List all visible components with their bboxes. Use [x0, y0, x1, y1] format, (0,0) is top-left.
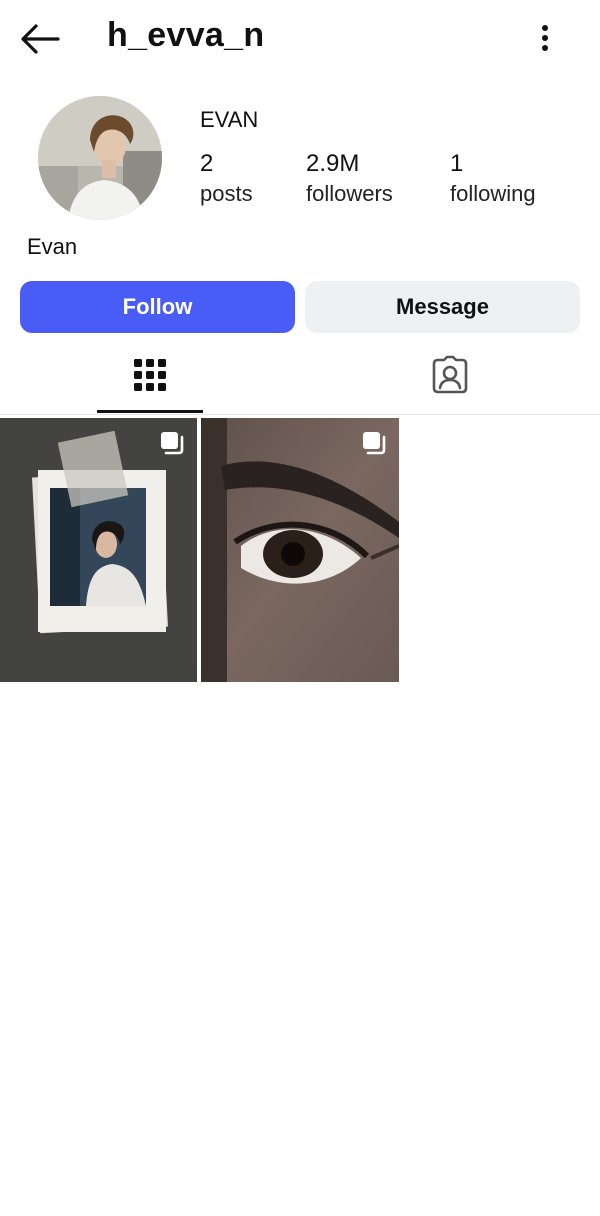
display-name: EVAN [200, 107, 259, 132]
back-arrow-icon[interactable] [18, 22, 62, 56]
top-bar: h_evva_n [0, 0, 600, 80]
tagged-person-icon [430, 355, 470, 400]
multiple-images-icon [361, 430, 387, 456]
follow-button[interactable]: Follow [20, 281, 295, 333]
stat-followers-value: 2.9M [306, 150, 360, 177]
stat-posts[interactable]: 2 posts [200, 150, 253, 210]
stat-posts-label: posts [200, 181, 253, 206]
stat-following-value: 1 [450, 150, 464, 177]
grid-icon [133, 358, 167, 397]
post-thumbnail[interactable] [0, 418, 197, 682]
active-tab-indicator [97, 410, 203, 413]
avatar[interactable] [38, 96, 162, 220]
bio-name: Evan [27, 234, 78, 259]
tab-tagged[interactable] [300, 340, 600, 414]
stat-posts-value: 2 [200, 150, 214, 177]
stat-followers-label: followers [306, 181, 393, 206]
message-button[interactable]: Message [305, 281, 580, 333]
multiple-images-icon [159, 430, 185, 456]
stat-following-label: following [450, 181, 536, 206]
stat-following[interactable]: 1 following [450, 150, 536, 210]
post-thumbnail[interactable] [201, 418, 399, 682]
profile-tabs [0, 340, 600, 415]
stat-followers[interactable]: 2.9M followers [306, 150, 393, 210]
tab-grid[interactable] [0, 340, 300, 414]
more-vertical-icon[interactable] [530, 20, 560, 56]
profile-username: h_evva_n [107, 16, 265, 54]
